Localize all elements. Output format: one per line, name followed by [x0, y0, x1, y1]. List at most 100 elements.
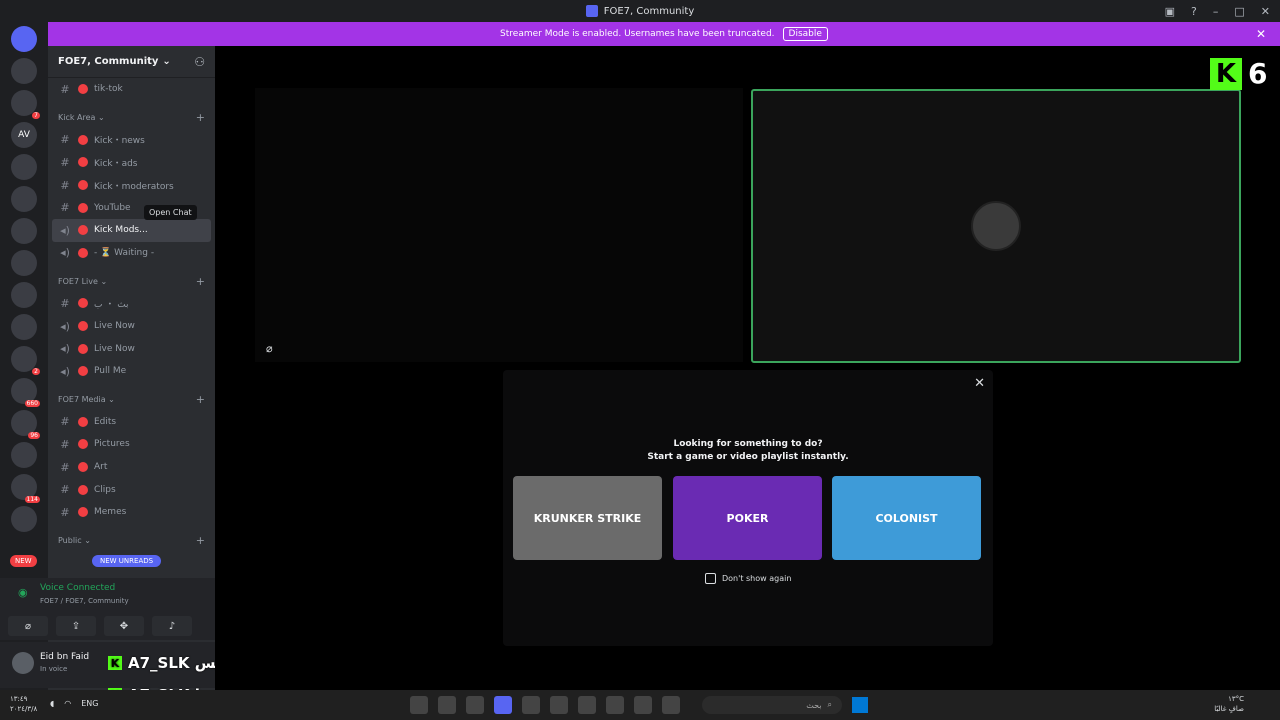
voice-channel[interactable]: ◂) Kick Mods... [52, 218, 211, 242]
server-icon[interactable] [11, 26, 37, 52]
server-header[interactable]: FOE7, Community ⌄ ⚇ [48, 46, 215, 78]
add-channel-icon[interactable]: + [196, 111, 205, 124]
kick-count: 6 [1248, 57, 1268, 90]
speaker-icon[interactable]: ◖ [50, 699, 54, 708]
screen-share-button[interactable]: ⇪ [56, 616, 96, 636]
card-label: POKER [726, 511, 769, 525]
voice-actions: ⌀ ⇪ ✥ ♪ [8, 616, 192, 636]
hashtag-icon: # [60, 178, 70, 192]
server-icon[interactable] [11, 154, 37, 180]
close-banner-icon[interactable]: ✕ [1256, 27, 1266, 41]
text-channel[interactable]: # Clips [48, 478, 215, 501]
activity-card-poker[interactable]: POKER [673, 476, 822, 560]
wifi-icon[interactable]: ◠ [64, 699, 71, 708]
minimize-button[interactable]: – [1213, 5, 1219, 18]
add-channel-icon[interactable]: + [196, 393, 205, 406]
weather-widget[interactable]: ١٣°C صافٍ غالبًا [1214, 694, 1244, 714]
server-icon[interactable] [11, 442, 37, 468]
chrome-icon[interactable] [578, 696, 596, 714]
server-icon[interactable]: 96 [11, 410, 40, 439]
start-icon[interactable] [852, 697, 868, 713]
voice-status[interactable]: Voice Connected [40, 583, 115, 593]
app-icon[interactable] [410, 696, 428, 714]
checkbox[interactable] [705, 573, 716, 584]
add-channel-icon[interactable]: + [196, 275, 205, 288]
channel-category[interactable]: Public ⌄ + [48, 530, 215, 552]
new-badge: NEW [10, 555, 37, 567]
hashtag-icon: # [60, 505, 70, 519]
channel-emoji-icon [78, 416, 88, 427]
voice-channel[interactable]: ◂) Live Now [48, 315, 215, 338]
user-status: In voice [40, 665, 68, 673]
activity-card-colonist[interactable]: COLONIST [832, 476, 981, 560]
text-channel[interactable]: # Art [48, 456, 215, 479]
text-channel[interactable]: # Kick・news [48, 129, 215, 152]
streamer-mode-banner: Streamer Mode is enabled. Usernames have… [48, 22, 1280, 46]
app-icon[interactable] [550, 696, 568, 714]
voice-channel[interactable]: ◂) - ⏳ Waiting - [48, 242, 215, 265]
folder-icon[interactable] [606, 696, 624, 714]
activity-button[interactable]: ✥ [104, 616, 144, 636]
voice-connected-panel: ◉ Voice Connected FOE7 / FOE7, Community… [0, 578, 215, 640]
app-icon[interactable] [662, 696, 680, 714]
help-icon[interactable]: ? [1191, 5, 1197, 18]
video-tile-speaking[interactable] [751, 89, 1241, 363]
disable-streamer-button[interactable]: Disable [782, 27, 828, 41]
camera-off-button[interactable]: ⌀ [8, 616, 48, 636]
channel-emoji-icon [78, 247, 88, 258]
close-icon[interactable]: ✕ [974, 376, 985, 391]
app-icon [585, 5, 598, 17]
taskbar-search[interactable]: بحث ⌕ [702, 696, 842, 714]
discord-icon[interactable] [494, 696, 512, 714]
server-icon[interactable] [11, 218, 37, 244]
language-indicator[interactable]: ENG [81, 699, 98, 708]
channel-emoji-icon [78, 202, 88, 213]
inbox-icon[interactable]: ▣ [1165, 5, 1175, 18]
channel-name: Edits [94, 416, 117, 427]
server-icon[interactable] [11, 58, 37, 84]
soundboard-button[interactable]: ♪ [152, 616, 192, 636]
server-icon[interactable]: 114 [11, 474, 40, 503]
video-tile-empty[interactable] [255, 88, 743, 362]
channel-category[interactable]: FOE7 Media ⌄ + [48, 389, 215, 411]
server-icon[interactable]: 2 [11, 346, 40, 375]
text-channel[interactable]: # Pictures [48, 433, 215, 456]
avatar[interactable] [12, 652, 34, 674]
channel-category[interactable]: Kick Area ⌄ + [48, 107, 215, 129]
category-name: Public ⌄ [58, 536, 91, 545]
text-channel[interactable]: # Edits [48, 411, 215, 434]
new-unreads-pill[interactable]: NEW UNREADS [92, 555, 162, 567]
speaker-icon: ◂) [60, 364, 70, 378]
server-icon[interactable] [11, 186, 37, 212]
channel-emoji-icon [78, 366, 88, 377]
store-icon[interactable] [634, 696, 652, 714]
server-icon[interactable]: 7 [11, 90, 40, 119]
server-icon[interactable]: AV [11, 122, 37, 148]
add-channel-icon[interactable]: + [196, 534, 205, 547]
channel-category[interactable]: FOE7 Live ⌄ + [48, 270, 215, 292]
server-icon[interactable]: 660 [11, 378, 40, 407]
app-icon[interactable] [522, 696, 540, 714]
app-icon[interactable] [438, 696, 456, 714]
text-channel[interactable]: # tik-tok [48, 78, 215, 101]
app-icon[interactable] [466, 696, 484, 714]
voice-channel[interactable]: ◂) Pull Me [48, 360, 215, 383]
activity-card-krunker[interactable]: KRUNKER STRIKE [513, 476, 662, 560]
hashtag-icon: # [60, 483, 70, 497]
server-icon[interactable] [11, 282, 37, 308]
maximize-button[interactable]: □ [1234, 5, 1244, 18]
clock[interactable]: ١٣:٤٩ ٢٠٢٤/٣/٨ [10, 694, 37, 714]
speaker-icon: ◂) [60, 246, 70, 260]
text-channel[interactable]: # بث ・ ب [48, 292, 215, 315]
dont-show-again[interactable]: Don't show again [705, 573, 791, 584]
text-channel[interactable]: # Memes [48, 501, 215, 524]
close-window-button[interactable]: ✕ [1261, 5, 1270, 18]
server-icon[interactable] [11, 314, 37, 340]
text-channel[interactable]: # Kick・ads [48, 151, 215, 174]
invite-icon[interactable]: ⚇ [194, 55, 205, 69]
server-icon[interactable] [11, 250, 37, 276]
text-channel[interactable]: # Kick・moderators [48, 174, 215, 197]
voice-channel[interactable]: ◂) Live Now [48, 337, 215, 360]
server-icon[interactable] [11, 506, 37, 532]
speaker-icon: ◂) [60, 342, 70, 356]
